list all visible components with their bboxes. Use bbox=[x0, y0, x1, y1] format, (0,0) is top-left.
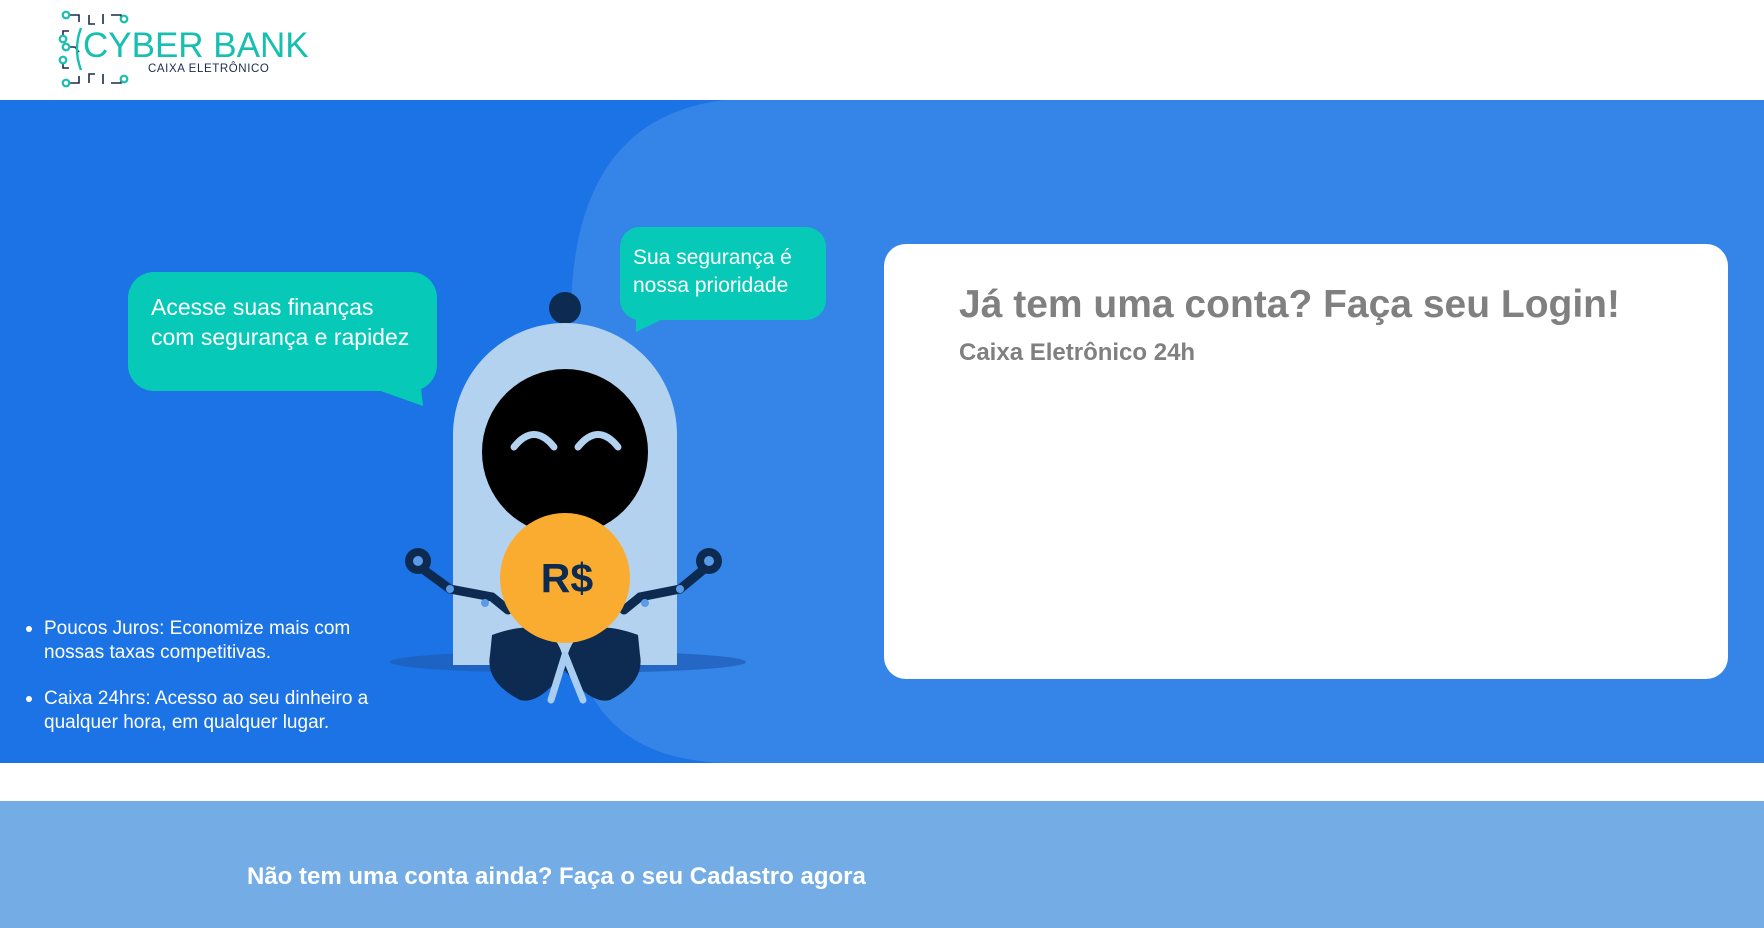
login-subtitle: Caixa Eletrônico 24h bbox=[959, 339, 1196, 366]
speech-bubble-security: Sua segurança é nossa prioridade bbox=[620, 227, 826, 320]
header: CYBER BANK CAIXA ELETRÔNICO bbox=[0, 0, 1764, 100]
logo-subtitle: CAIXA ELETRÔNICO bbox=[148, 63, 270, 75]
list-item: Caixa 24hrs: Acesso ao seu dinheiro a qu… bbox=[24, 687, 404, 735]
login-title: Já tem uma conta? Faça seu Login! bbox=[959, 283, 1620, 326]
speech-bubble-finances: Acesse suas finanças com segurança e rap… bbox=[128, 272, 437, 391]
logo-title: CYBER BANK bbox=[83, 26, 309, 65]
signup-link[interactable]: Não tem uma conta ainda? Faça o seu Cada… bbox=[247, 863, 866, 892]
hero-section: R$ Acesse suas finanças com segurança e … bbox=[0, 100, 1764, 763]
signup-banner: Não tem uma conta ainda? Faça o seu Cada… bbox=[0, 801, 1764, 928]
login-card: Já tem uma conta? Faça seu Login! Caixa … bbox=[884, 244, 1728, 679]
features-list: Poucos Juros: Economize mais com nossas … bbox=[24, 617, 404, 757]
list-item: Poucos Juros: Economize mais com nossas … bbox=[24, 617, 404, 665]
coin-label: R$ bbox=[541, 555, 594, 601]
